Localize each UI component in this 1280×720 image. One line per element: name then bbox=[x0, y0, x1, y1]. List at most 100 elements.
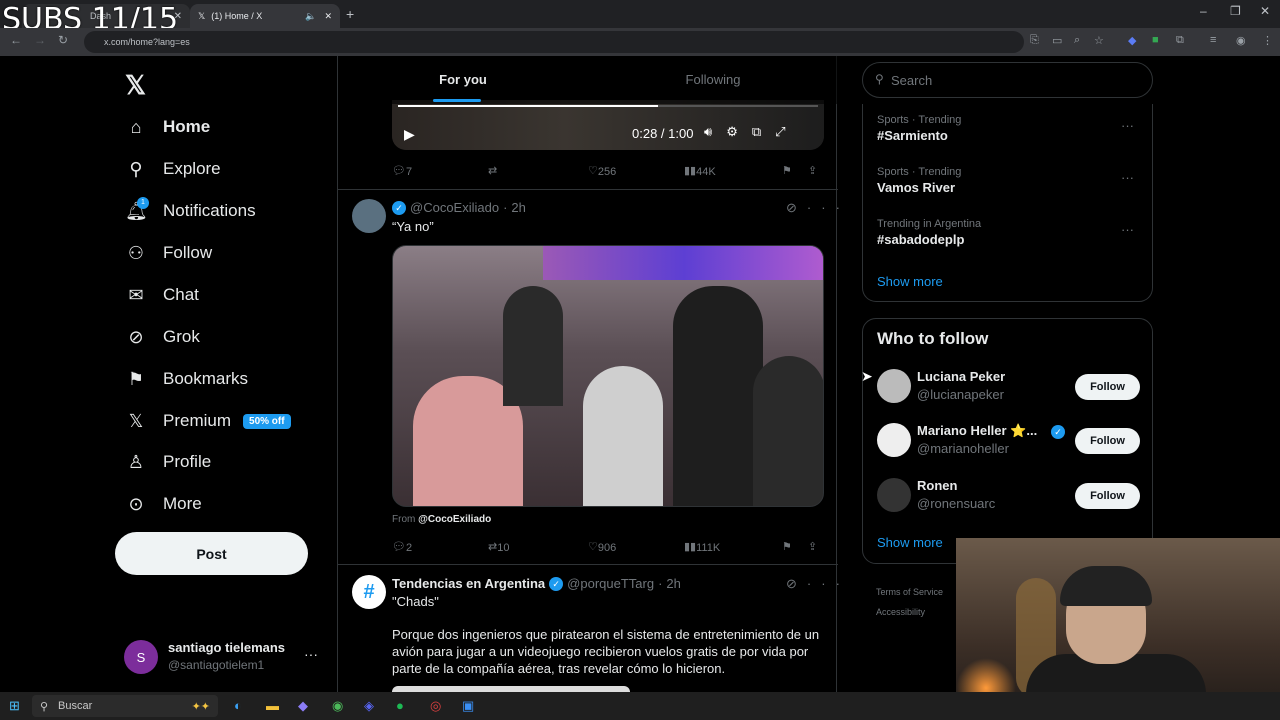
from-handle[interactable]: @CocoExiliado bbox=[418, 514, 491, 525]
tweet-author[interactable]: Tendencias en Argentina bbox=[392, 576, 545, 591]
speaker-icon[interactable]: 🔈 bbox=[305, 11, 316, 22]
nav-home[interactable]: ⌂ Home bbox=[125, 107, 211, 147]
menu-icon[interactable]: ⋮ bbox=[1262, 34, 1273, 47]
more-dots-icon[interactable]: ··· bbox=[1121, 222, 1134, 237]
tweet-handle[interactable]: @CocoExiliado bbox=[410, 200, 499, 215]
share-icon[interactable]: ⇪ bbox=[808, 164, 817, 177]
trend-item[interactable]: Trending in Argentina #sabadodeplp ··· bbox=[877, 218, 1142, 247]
video-progress-bar[interactable] bbox=[398, 105, 818, 107]
show-more-follow-link[interactable]: Show more bbox=[877, 535, 943, 550]
minimize-icon[interactable]: – bbox=[1200, 4, 1207, 18]
star-icon[interactable]: ☆ bbox=[1094, 34, 1104, 47]
nav-follow[interactable]: ⚇ Follow bbox=[125, 233, 212, 273]
views-button[interactable]: ▮▮ 111K bbox=[684, 540, 720, 554]
suggestion-handle: @ronensuarc bbox=[917, 496, 996, 511]
more-dots-icon[interactable]: ··· bbox=[304, 646, 318, 662]
terms-link[interactable]: Terms of Service bbox=[876, 582, 943, 602]
cast-icon[interactable]: ▭ bbox=[1052, 34, 1062, 47]
video-player[interactable]: ▶ 0:28 / 1:00 🔊︎⚙⧉⤢ bbox=[392, 100, 824, 150]
nav-bookmarks[interactable]: ⚑ Bookmarks bbox=[125, 359, 248, 399]
tweet-handle[interactable]: @porqueTTarg bbox=[567, 576, 654, 591]
new-tab-icon[interactable]: + bbox=[346, 6, 354, 22]
trend-item[interactable]: Sports · Trending Vamos River ··· bbox=[877, 166, 1142, 195]
folder-icon[interactable]: ▬ bbox=[266, 698, 279, 713]
zoom-icon[interactable]: ⌕ bbox=[1074, 34, 1080, 47]
follow-button[interactable]: Follow bbox=[1075, 374, 1140, 400]
like-button[interactable]: ♡ 906 bbox=[588, 540, 616, 554]
follow-button[interactable]: Follow bbox=[1075, 483, 1140, 509]
trend-item[interactable]: Sports · Trending #Sarmiento ··· bbox=[877, 114, 1142, 143]
extensions-puzzle-icon[interactable]: ⧉ bbox=[1176, 34, 1184, 47]
account-switcher[interactable]: S santiago tielemans @santiagotielem1 ··… bbox=[124, 638, 324, 678]
show-more-trends-link[interactable]: Show more bbox=[877, 274, 943, 289]
tab-for-you[interactable]: For you bbox=[338, 56, 588, 104]
nav-grok[interactable]: ⊘ Grok bbox=[125, 317, 199, 357]
media-icon[interactable]: ≡ bbox=[1210, 34, 1216, 46]
x-logo-icon: 𝕏 bbox=[198, 10, 206, 21]
bookmark-icon[interactable]: ⚑ bbox=[782, 540, 792, 553]
reply-button[interactable]: 💬︎ 7 bbox=[392, 164, 412, 178]
follow-suggestion[interactable]: Ronen @ronensuarc Follow bbox=[863, 470, 1154, 520]
fullscreen-icon[interactable]: ⤢ bbox=[775, 124, 799, 139]
tweet-time[interactable]: 2h bbox=[511, 200, 525, 215]
copilot-icon[interactable]: ◆ bbox=[298, 698, 308, 714]
follow-suggestion[interactable]: Mariano Heller ⭐... ✓ @marianoheller Follow bbox=[863, 415, 1154, 465]
post-button[interactable]: Post bbox=[115, 532, 308, 575]
more-dots-icon[interactable]: ··· bbox=[1121, 170, 1134, 185]
repost-button[interactable]: ⇄ 10 bbox=[488, 540, 509, 554]
pip-icon[interactable]: ⧉ bbox=[752, 124, 775, 139]
x-logo-icon[interactable]: 𝕏 bbox=[125, 70, 146, 101]
follow-button[interactable]: Follow bbox=[1075, 428, 1140, 454]
reply-button[interactable]: 💬︎ 2 bbox=[392, 540, 412, 554]
more-dots-icon[interactable]: ··· bbox=[1121, 118, 1134, 133]
close-tab-icon[interactable]: ✕ bbox=[324, 11, 332, 22]
share-icon[interactable]: ⇪ bbox=[808, 540, 817, 553]
views-button[interactable]: ▮▮ 44K bbox=[684, 164, 716, 178]
grok-icon[interactable]: ⊘ bbox=[786, 200, 807, 215]
translate-icon[interactable]: ⎘ bbox=[1030, 34, 1039, 47]
search-input[interactable]: ⚲ Search bbox=[862, 62, 1153, 98]
browser-tab-x-home[interactable]: 𝕏 (1) Home / X 🔈 ✕ bbox=[190, 4, 340, 28]
volume-icon[interactable]: 🔊︎ bbox=[704, 124, 726, 139]
nav-notifications[interactable]: 🔔︎ 1 Notifications bbox=[125, 191, 256, 231]
outlook-icon[interactable]: ▣ bbox=[462, 698, 474, 714]
restore-icon[interactable]: ❐ bbox=[1230, 4, 1241, 18]
extension-icon[interactable]: ■ bbox=[1152, 34, 1159, 46]
more-circle-icon: ⊙ bbox=[128, 493, 144, 514]
close-window-icon[interactable]: ✕ bbox=[1260, 4, 1270, 18]
nav-explore[interactable]: ⚲ Explore bbox=[125, 149, 220, 189]
obs-icon[interactable]: ◎ bbox=[430, 698, 441, 714]
edge-icon[interactable]: ◐ bbox=[234, 698, 242, 713]
extension-icon[interactable]: ◆ bbox=[1128, 34, 1136, 47]
taskbar-search[interactable]: ⚲ Buscar ✦✦ bbox=[32, 695, 218, 717]
grok-icon[interactable]: ⊘ bbox=[786, 576, 807, 591]
avatar[interactable]: # bbox=[352, 575, 386, 609]
avatar[interactable] bbox=[352, 199, 386, 233]
more-dots-icon[interactable]: ··· bbox=[807, 200, 850, 215]
settings-icon[interactable]: ⚙ bbox=[726, 124, 752, 139]
discord-icon[interactable]: ◈ bbox=[364, 698, 374, 714]
reload-icon[interactable]: ↻ bbox=[58, 33, 68, 47]
nav-chat[interactable]: ✉ Chat bbox=[125, 275, 198, 315]
nav-premium[interactable]: 𝕏 Premium 50% off bbox=[125, 401, 291, 441]
back-icon[interactable]: ← bbox=[10, 33, 22, 47]
trend-name: #Sarmiento bbox=[877, 128, 948, 143]
play-icon[interactable]: ▶ bbox=[404, 126, 415, 143]
follow-suggestion[interactable]: Luciana Peker @lucianapeker Follow bbox=[863, 361, 1154, 411]
chrome-icon[interactable]: ◉ bbox=[332, 698, 343, 714]
repost-button[interactable]: ⇄ bbox=[488, 164, 497, 177]
tab-following[interactable]: Following bbox=[588, 56, 838, 104]
windows-start-icon[interactable]: ⊞ bbox=[9, 698, 20, 714]
nav-more[interactable]: ⊙ More bbox=[125, 484, 201, 524]
accessibility-link[interactable]: Accessibility bbox=[876, 602, 943, 622]
spotify-icon[interactable]: ● bbox=[396, 698, 404, 713]
nav-profile[interactable]: ♙ Profile bbox=[125, 442, 211, 482]
tweet-video[interactable] bbox=[392, 245, 824, 507]
profile-icon[interactable]: ◉ bbox=[1236, 34, 1246, 47]
more-dots-icon[interactable]: ··· bbox=[807, 576, 850, 591]
url-bar[interactable]: x.com/home?lang=es bbox=[84, 31, 1024, 53]
like-button[interactable]: ♡ 256 bbox=[588, 164, 616, 178]
forward-icon[interactable]: → bbox=[34, 33, 46, 47]
bookmark-icon[interactable]: ⚑ bbox=[782, 164, 792, 177]
tweet-time[interactable]: 2h bbox=[666, 576, 680, 591]
